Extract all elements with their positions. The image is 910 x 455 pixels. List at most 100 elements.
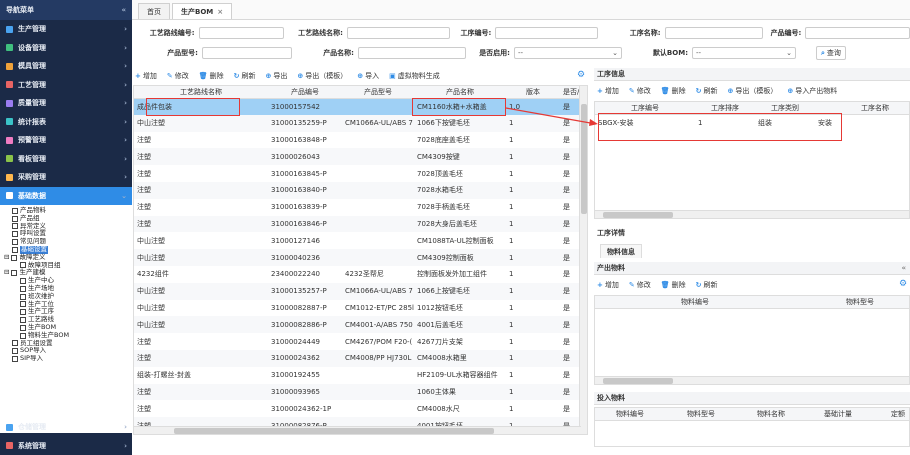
tree-item[interactable]: ⊟ 故障定义 — [0, 253, 132, 262]
column-header[interactable]: 物料名称 — [737, 408, 805, 421]
table-row[interactable]: 注塑 31000163839-P 7028手柄盖毛坯 1 是 — [134, 199, 581, 216]
bom-grid-hscroll[interactable] — [134, 426, 581, 434]
table-row[interactable]: 4232组件 23400022240 4232圣帮尼 控制面板发外加工组件 1 是 — [134, 266, 581, 283]
process-button-6[interactable]: ⊕ 导入产出物料 — [787, 86, 837, 96]
tree-item[interactable]: ⊟ 生产建模 — [0, 269, 132, 277]
table-row[interactable]: 注塑 31000163848-P 7028底座盖毛坯 1 是 — [134, 132, 581, 149]
sidebar-item-basic-data[interactable]: 基础数据 ⌄ — [0, 186, 132, 205]
hscroll-thumb[interactable] — [603, 212, 673, 218]
column-header[interactable]: 物料型号 — [795, 296, 909, 309]
sidebar-item-7[interactable]: 预警管理 › — [0, 131, 132, 150]
tab-production-bom[interactable]: 生产BOM × — [172, 3, 233, 19]
bom-button-6[interactable]: ⊕ 导出（模板） — [297, 71, 347, 81]
default-bom-select[interactable]: -- ⌄ — [692, 47, 796, 59]
process-info-hscroll[interactable] — [595, 210, 909, 218]
sidebar-item-6[interactable]: 统计报表 › — [0, 113, 132, 132]
sidebar-item-bottom-2[interactable]: 系统管理 › — [0, 437, 132, 455]
sidebar-item-3[interactable]: 模具管理 › — [0, 57, 132, 76]
tree-item[interactable]: 工艺路线 — [0, 315, 132, 324]
sidebar-item-2[interactable]: 设备管理 › — [0, 39, 132, 58]
sidebar-item-bottom-1[interactable]: 仓储管理 › — [0, 418, 132, 437]
table-row[interactable]: 注塑31000082865-P 4308控制面板（毛坯）1是 — [134, 434, 581, 435]
bom-grid-vscroll[interactable] — [579, 86, 587, 434]
tab-home[interactable]: 首页 — [138, 3, 170, 19]
table-row[interactable]: 注塑 31000163840-P 7028水箱毛坯 1 是 — [134, 181, 581, 199]
table-row[interactable]: 注塑 31000026043 CM4309按键 1 是 — [134, 148, 581, 166]
close-tab-icon[interactable]: × — [217, 8, 223, 16]
tab-material-info[interactable]: 物料信息 — [600, 244, 642, 258]
product-model-input[interactable] — [202, 47, 292, 59]
tree-item[interactable]: 班次维护 — [0, 292, 132, 301]
column-header[interactable]: 物料编号 — [595, 296, 795, 309]
folder-toggle-icon[interactable]: ⊟ — [4, 253, 9, 262]
sidebar-item-9[interactable]: 采购管理 › — [0, 168, 132, 187]
collapse-icon[interactable]: « — [901, 264, 906, 272]
collapse-sidebar-icon[interactable]: « — [121, 6, 126, 14]
column-header[interactable]: 产品编号 — [268, 86, 342, 99]
column-header[interactable]: 是否/ — [560, 86, 581, 99]
enabled-select[interactable]: -- ⌄ — [514, 47, 622, 59]
tree-item[interactable]: 生产工序 — [0, 308, 132, 316]
bom-button-8[interactable]: ▣ 虚拟物料生成 — [389, 71, 440, 81]
bom-button-4[interactable]: ↻ 刷新 — [234, 71, 256, 81]
table-row[interactable]: 中山注塑 31000135259-P CM1066A-UL/ABS 7 1066下按键… — [134, 114, 581, 132]
column-header[interactable]: 定额 — [871, 408, 909, 421]
process-name-input[interactable] — [664, 27, 764, 39]
table-row[interactable]: 中山注塑 31000082887-P CM1012-ET/PC 285l 1012按钮… — [134, 300, 581, 317]
route-code-input[interactable] — [198, 27, 285, 39]
sidebar-item-4[interactable]: 工艺管理 › — [0, 76, 132, 95]
sidebar-item-8[interactable]: 看板管理 › — [0, 150, 132, 169]
table-row[interactable]: 中山注塑 31000135257-P CM1066A-UL/ABS 7 1066上按键… — [134, 282, 581, 300]
hscroll-thumb[interactable] — [603, 378, 673, 384]
table-row[interactable]: 中山注塑 31000040236 CM4309控制面板 1 是 — [134, 249, 581, 266]
table-row[interactable]: 中山注塑 31000127146 CM1088TA-UL控制面板 1 是 — [134, 232, 581, 249]
column-header[interactable]: 物料编号 — [595, 408, 665, 421]
tree-item[interactable]: 生产场地 — [0, 284, 132, 293]
output-button-3[interactable]: 🗑 删除 — [661, 280, 686, 290]
column-header[interactable]: 产品型号 — [342, 86, 414, 99]
table-row[interactable]: 注塑 31000163845-P 7028顶盖毛坯 1 是 — [134, 165, 581, 182]
folder-toggle-icon[interactable]: ⊟ — [4, 269, 9, 277]
bom-button-5[interactable]: ⊕ 导出 — [266, 71, 288, 81]
column-header[interactable]: 基础计量 — [805, 408, 871, 421]
output-button-1[interactable]: + 增加 — [597, 280, 619, 290]
bom-button-1[interactable]: + 增加 — [135, 71, 157, 81]
product-name-input[interactable] — [358, 47, 466, 59]
tree-item[interactable]: SIP导入 — [0, 354, 132, 363]
table-row[interactable]: 组装-打螺丝-封盖 31000192455 HF2109-UL水箱容器组件 1 是 — [134, 367, 581, 384]
hscroll-thumb[interactable] — [174, 428, 494, 434]
tree-item[interactable]: 生产中心 — [0, 276, 132, 285]
sidebar-item-5[interactable]: 质量管理 › — [0, 94, 132, 113]
column-header[interactable]: 产品名称 — [414, 86, 506, 99]
sidebar-item-1[interactable]: 生产管理 › — [0, 20, 132, 39]
bom-button-2[interactable]: ✎ 修改 — [167, 71, 189, 81]
process-button-1[interactable]: + 增加 — [597, 86, 619, 96]
table-row[interactable]: 中山注塑 31000082886-P CM4001-A/ABS 750 4001后盖毛… — [134, 316, 581, 334]
bom-button-3[interactable]: 🗑 删除 — [199, 71, 224, 81]
route-name-input[interactable] — [346, 27, 450, 39]
output-hscroll[interactable] — [595, 376, 909, 384]
column-header[interactable]: 物料型号 — [665, 408, 737, 421]
process-button-4[interactable]: ↻ 刷新 — [696, 86, 718, 96]
search-button[interactable]: ⌕ 查询 — [816, 46, 846, 60]
process-button-3[interactable]: 🗑 删除 — [661, 86, 686, 96]
table-row[interactable]: 注塑 31000024449 CM4267/POM F20-(4267刀片支架 1 是 — [134, 333, 581, 350]
output-button-2[interactable]: ✎ 修改 — [629, 280, 651, 290]
table-row[interactable]: 注塑 31000093965 1060主体果 1 是 — [134, 383, 581, 401]
product-code-input[interactable] — [805, 27, 910, 39]
process-button-2[interactable]: ✎ 修改 — [629, 86, 651, 96]
process-button-5[interactable]: ⊕ 导出（模板） — [728, 86, 778, 96]
table-row[interactable]: 注塑 31000163846-P 7028大身后盖毛坯 1 是 — [134, 215, 581, 233]
column-header[interactable]: 工艺路线名称 — [134, 86, 268, 99]
table-row[interactable]: 注塑 31000024362 CM4008/PP HJ730L CM4008水箱里 1 是 — [134, 349, 581, 367]
column-header[interactable]: 版本 — [506, 86, 560, 99]
settings-icon[interactable]: ⚙ — [577, 70, 585, 80]
output-button-4[interactable]: ↻ 刷新 — [696, 280, 718, 290]
vscroll-thumb[interactable] — [581, 104, 587, 214]
tree-item[interactable]: 生产工位 — [0, 300, 132, 309]
process-code-input[interactable] — [495, 27, 599, 39]
bom-button-7[interactable]: ⊕ 导入 — [357, 71, 379, 81]
table-row[interactable]: 注塑 31000024362-1P CM4008水尺 1 是 — [134, 400, 581, 417]
tree-item[interactable]: 常见问题 — [0, 237, 132, 246]
output-settings-icon[interactable]: ⚙ — [899, 279, 907, 289]
